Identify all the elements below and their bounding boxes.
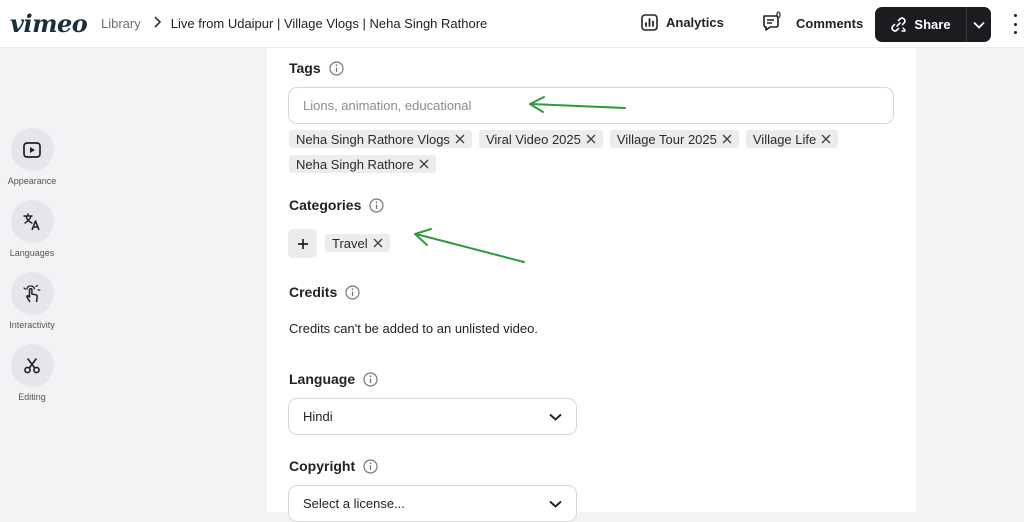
- annotation-arrow-tags: [529, 96, 626, 113]
- annotation-arrows: [414, 96, 626, 263]
- annotation-arrow-categories: [414, 228, 525, 263]
